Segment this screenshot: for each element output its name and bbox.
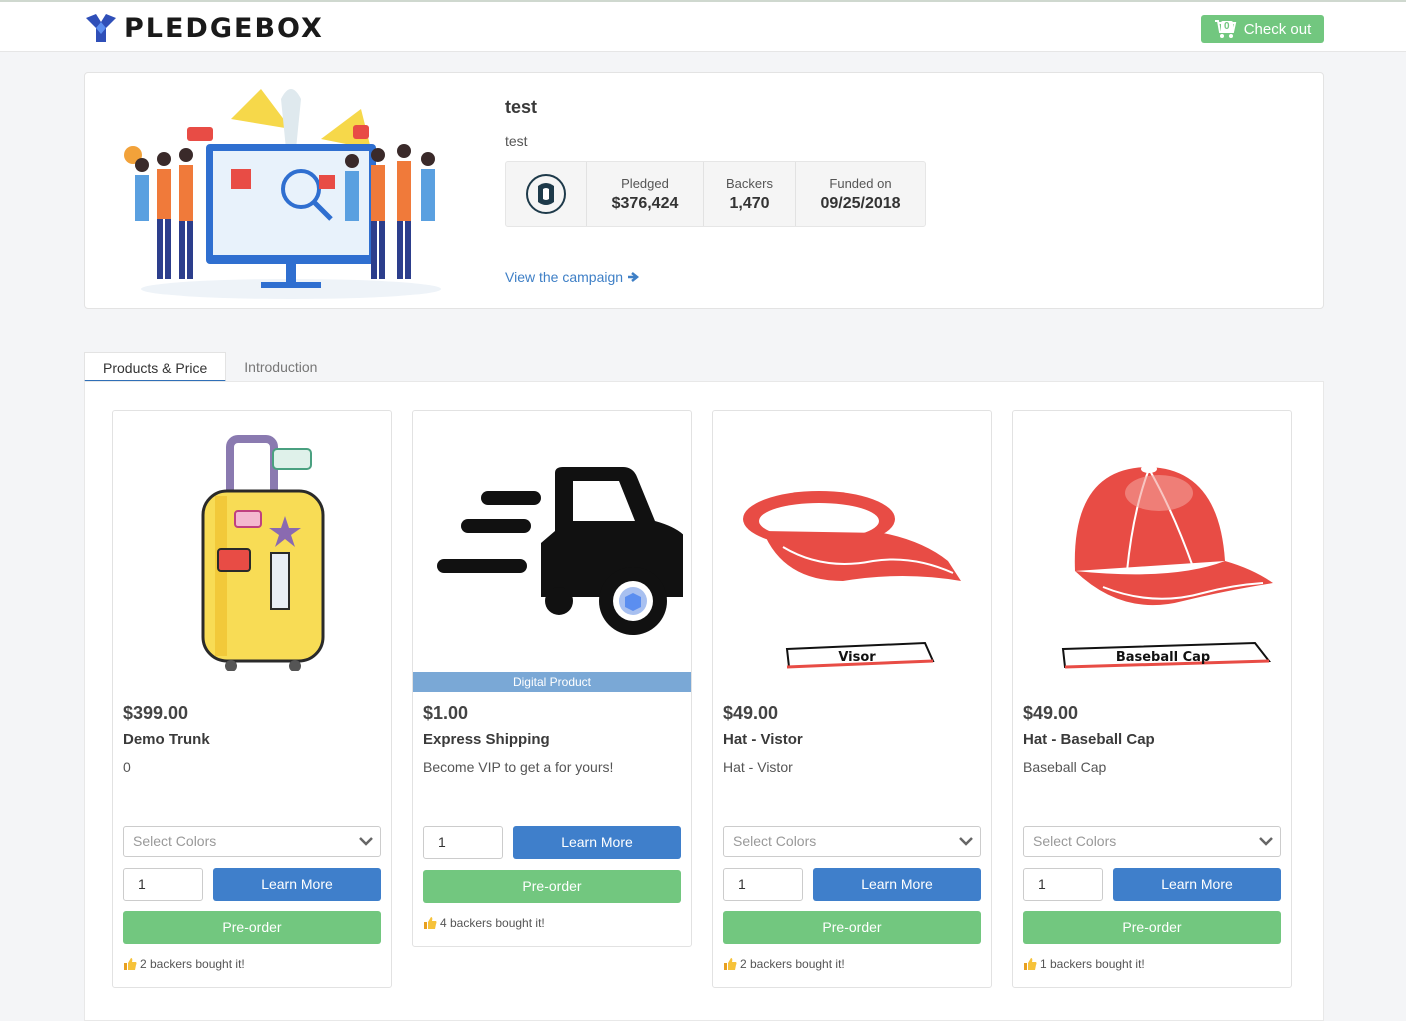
stat-value: 1,470 bbox=[729, 194, 770, 212]
quantity-input[interactable]: 1 bbox=[1023, 868, 1103, 901]
cap-label: Baseball Cap bbox=[1116, 650, 1210, 665]
backers-bought: 2 backers bought it! bbox=[123, 957, 245, 971]
backers-bought: 4 backers bought it! bbox=[423, 916, 545, 930]
color-select[interactable]: Select Colors bbox=[123, 826, 381, 857]
stat-funded-on: Funded on 09/25/2018 bbox=[796, 162, 925, 226]
arrow-right-icon bbox=[627, 272, 639, 282]
truck-icon bbox=[437, 467, 683, 635]
learn-more-button[interactable]: Learn More bbox=[213, 868, 381, 901]
checkout-label: Check out bbox=[1243, 20, 1312, 38]
product-card-hat-baseball-cap: Baseball Cap $49.00 Hat - Baseball Cap B… bbox=[1012, 410, 1292, 988]
view-campaign-link[interactable]: View the campaign bbox=[505, 269, 639, 285]
select-placeholder: Select Colors bbox=[133, 833, 217, 849]
tab-introduction[interactable]: Introduction bbox=[226, 352, 335, 382]
product-name: Demo Trunk bbox=[123, 731, 210, 748]
campaign-stats: Pledged $376,424 Backers 1,470 Funded on… bbox=[505, 161, 926, 227]
stat-label: Backers bbox=[726, 175, 773, 191]
product-description: Hat - Vistor bbox=[723, 759, 793, 775]
chevron-down-icon bbox=[959, 837, 973, 846]
product-name: Hat - Vistor bbox=[723, 731, 803, 748]
creator-logo-icon bbox=[526, 174, 566, 214]
product-name: Express Shipping bbox=[423, 731, 550, 748]
stat-value: $376,424 bbox=[611, 194, 679, 212]
select-placeholder: Select Colors bbox=[1033, 833, 1117, 849]
cart-icon: 0 bbox=[1214, 19, 1238, 39]
chevron-down-icon bbox=[1259, 837, 1273, 846]
campaign-subtitle: test bbox=[505, 133, 528, 149]
product-tabs: Products & Price Introduction bbox=[84, 352, 335, 382]
backers-bought-text: 2 backers bought it! bbox=[740, 957, 845, 971]
preorder-button[interactable]: Pre-order bbox=[423, 870, 681, 903]
backers-bought-text: 1 backers bought it! bbox=[1040, 957, 1145, 971]
preorder-button[interactable]: Pre-order bbox=[1023, 911, 1281, 944]
product-card-hat-vistor: Visor $49.00 Hat - Vistor Hat - Vistor S… bbox=[712, 410, 992, 988]
product-price: $49.00 bbox=[1023, 703, 1079, 723]
product-name: Hat - Baseball Cap bbox=[1023, 731, 1155, 748]
visor-icon: Visor bbox=[743, 491, 961, 669]
backers-bought-text: 2 backers bought it! bbox=[140, 957, 245, 971]
checkout-button[interactable]: 0 Check out bbox=[1201, 15, 1324, 43]
stat-label: Pledged bbox=[621, 175, 669, 191]
thumbs-up-icon bbox=[424, 917, 437, 929]
product-card-demo-trunk: $399.00 Demo Trunk 0 Select Colors 1 Lea… bbox=[112, 410, 392, 988]
thumbs-up-icon bbox=[724, 958, 737, 970]
creator-avatar bbox=[506, 162, 587, 226]
view-campaign-label: View the campaign bbox=[505, 269, 624, 285]
logo[interactable]: PLEDGEBOX bbox=[84, 12, 324, 44]
pledgebox-logo-icon bbox=[86, 14, 116, 42]
campaign-card: test test Pledged $376,424 Backers 1,470… bbox=[84, 72, 1324, 309]
suitcase-icon bbox=[201, 435, 325, 671]
visor-label: Visor bbox=[838, 650, 876, 665]
quantity-input[interactable]: 1 bbox=[123, 868, 203, 901]
product-price: $49.00 bbox=[723, 703, 779, 723]
learn-more-button[interactable]: Learn More bbox=[513, 826, 681, 859]
backers-bought: 2 backers bought it! bbox=[723, 957, 845, 971]
digital-product-badge: Digital Product bbox=[413, 672, 691, 692]
product-price: $1.00 bbox=[423, 703, 469, 723]
product-description: Baseball Cap bbox=[1023, 759, 1107, 775]
preorder-button[interactable]: Pre-order bbox=[123, 911, 381, 944]
select-placeholder: Select Colors bbox=[733, 833, 817, 849]
cart-count: 0 bbox=[1220, 21, 1233, 33]
quantity-input[interactable]: 1 bbox=[423, 826, 503, 859]
top-bar: PLEDGEBOX 0 Check out bbox=[0, 0, 1406, 52]
stat-pledged: Pledged $376,424 bbox=[587, 162, 704, 226]
product-description: 0 bbox=[123, 759, 131, 775]
learn-more-button[interactable]: Learn More bbox=[1113, 868, 1281, 901]
stat-label: Funded on bbox=[829, 175, 892, 191]
stat-value: 09/25/2018 bbox=[820, 194, 901, 212]
tab-products-price[interactable]: Products & Price bbox=[84, 352, 227, 382]
brand-name: PLEDGEBOX bbox=[124, 12, 324, 44]
color-select[interactable]: Select Colors bbox=[723, 826, 981, 857]
campaign-title: test bbox=[505, 97, 538, 117]
product-card-express-shipping: Digital Product $1.00 Express Shipping B… bbox=[412, 410, 692, 947]
cap-icon: Baseball Cap bbox=[1061, 465, 1273, 669]
product-price: $399.00 bbox=[123, 703, 189, 723]
stat-backers: Backers 1,470 bbox=[704, 162, 796, 226]
thumbs-up-icon bbox=[1024, 958, 1037, 970]
backers-bought: 1 backers bought it! bbox=[1023, 957, 1145, 971]
campaign-hero-illustration bbox=[124, 89, 441, 299]
chevron-down-icon bbox=[359, 837, 373, 846]
quantity-input[interactable]: 1 bbox=[723, 868, 803, 901]
thumbs-up-icon bbox=[124, 958, 137, 970]
learn-more-button[interactable]: Learn More bbox=[813, 868, 981, 901]
preorder-button[interactable]: Pre-order bbox=[723, 911, 981, 944]
backers-bought-text: 4 backers bought it! bbox=[440, 916, 545, 930]
product-description: Become VIP to get a for yours! bbox=[423, 759, 614, 775]
color-select[interactable]: Select Colors bbox=[1023, 826, 1281, 857]
